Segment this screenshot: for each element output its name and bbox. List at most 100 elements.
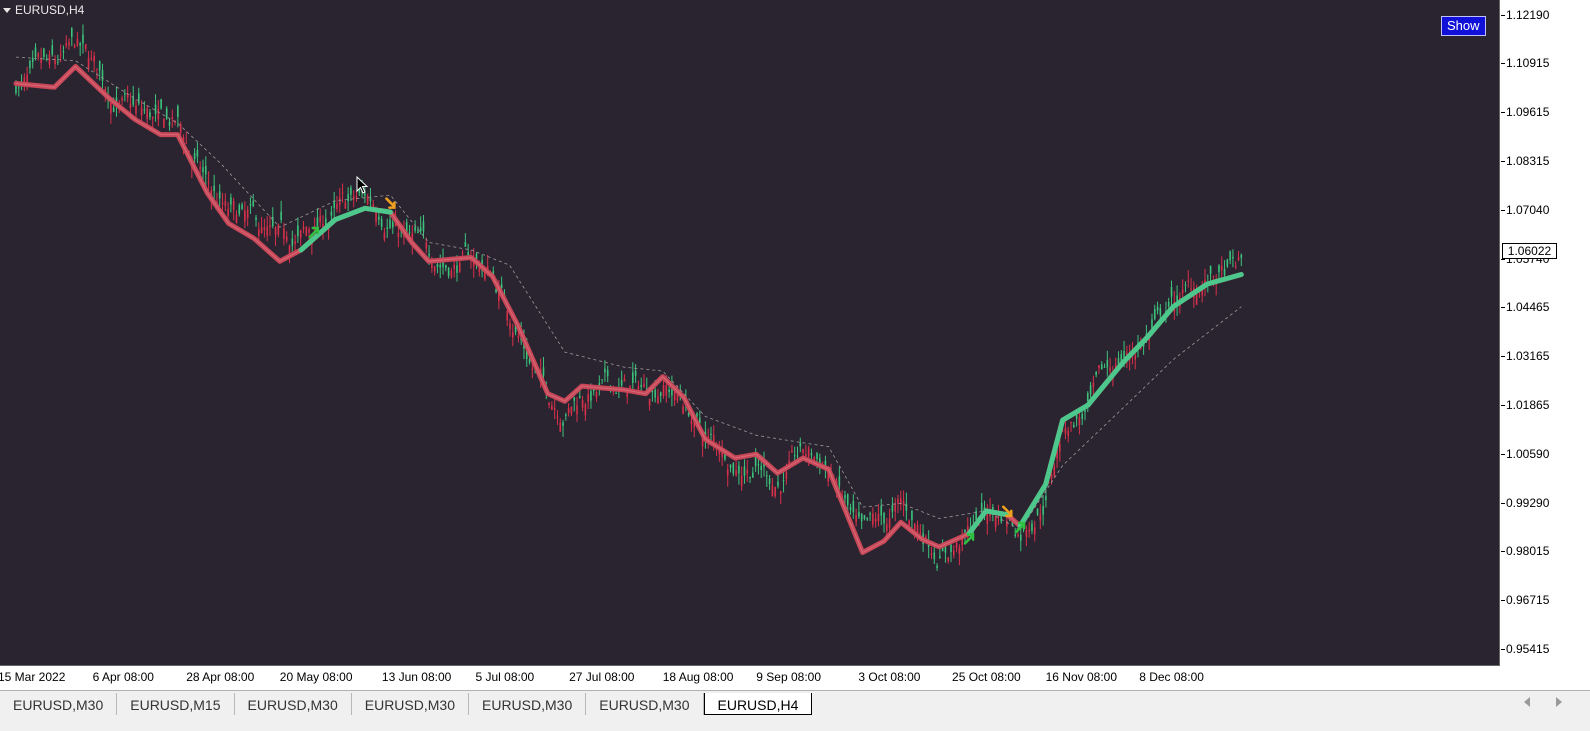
current-price-label: 1.06022 [1502, 243, 1557, 259]
bull-candle [149, 112, 151, 118]
bull-candle [1042, 506, 1044, 515]
chevron-left-icon[interactable] [1524, 697, 1530, 707]
bull-candle [1086, 393, 1089, 402]
price-tick-label: 1.10915 [1500, 56, 1550, 71]
bull-candle [911, 510, 913, 521]
bear-candle [1025, 530, 1028, 537]
bull-candle [634, 370, 637, 376]
show-button[interactable]: Show [1441, 16, 1486, 36]
bear-candle [305, 226, 308, 236]
time-tick-label: 3 Oct 08:00 [858, 670, 921, 684]
bull-candle [51, 45, 54, 55]
price-chart[interactable] [0, 0, 1500, 666]
bull-candle [1159, 308, 1162, 316]
bear-candle [277, 224, 280, 235]
bull-candle [1209, 265, 1212, 274]
price-tick-label: 1.12190 [1500, 7, 1550, 22]
bull-candle [863, 515, 866, 519]
bull-candle [428, 253, 430, 256]
chevron-right-icon[interactable] [1556, 697, 1562, 707]
bull-candle [752, 472, 754, 478]
bear-candle [269, 225, 271, 227]
chart-tab[interactable]: EURUSD,M30 [586, 693, 704, 715]
bear-candle [587, 394, 589, 402]
bear-candle [285, 236, 288, 241]
chart-tab[interactable]: EURUSD,M30 [235, 693, 352, 715]
bull-candle [565, 414, 567, 416]
bear-candle [930, 553, 933, 555]
chart-symbol-label[interactable]: EURUSD,H4 [3, 3, 84, 17]
bear-candle [888, 518, 891, 528]
chart-tab[interactable]: EURUSD,M30 [352, 693, 469, 715]
bull-candle [414, 226, 416, 231]
bull-candle [846, 494, 849, 506]
bull-candle [933, 552, 936, 560]
bull-candle [1240, 254, 1243, 258]
bear-candle [375, 211, 377, 222]
price-tick-label: 0.99290 [1500, 495, 1550, 510]
moving-average-highlight [15, 65, 1242, 554]
bull-candle [891, 505, 894, 512]
bull-candle [860, 513, 863, 522]
plot-area[interactable]: EURUSD,H4 Show [0, 0, 1500, 666]
bull-candle [271, 216, 274, 227]
bear-candle [726, 469, 729, 476]
time-tick-label: 15 Mar 2022 [0, 670, 66, 684]
time-tick-label: 8 Dec 08:00 [1139, 670, 1204, 684]
triangle-down-icon[interactable] [3, 7, 11, 13]
bull-candle [193, 153, 196, 160]
bull-candle [238, 205, 241, 215]
bear-candle [886, 524, 888, 532]
bear-candle [458, 262, 461, 273]
bear-candle [319, 215, 322, 223]
bull-candle [1081, 413, 1083, 419]
bear-candle [93, 55, 95, 62]
bear-candle [1237, 257, 1240, 260]
price-tick-label: 0.96715 [1500, 593, 1550, 608]
time-tick-label: 27 Jul 08:00 [569, 670, 635, 684]
bear-candle [509, 322, 511, 330]
bear-candle [740, 475, 743, 487]
bear-candle [163, 118, 165, 128]
bear-candle [623, 378, 626, 382]
bull-candle [112, 107, 115, 112]
chart-tab[interactable]: EURUSD,M30 [469, 693, 587, 715]
bull-candle [213, 185, 215, 192]
bull-candle [160, 99, 162, 109]
time-tick-label: 20 May 08:00 [279, 670, 353, 684]
bull-candle [696, 413, 698, 417]
bear-candle [657, 396, 659, 404]
price-tick-label: 1.09615 [1500, 105, 1550, 120]
bull-candle [528, 359, 531, 363]
bull-candle [218, 191, 221, 199]
bear-candle [595, 392, 598, 398]
chart-tab[interactable]: EURUSD,M15 [117, 693, 235, 715]
bear-candle [576, 405, 578, 415]
bear-candle [1028, 529, 1030, 532]
bull-candle [196, 149, 199, 157]
bear-candle [157, 108, 160, 120]
bear-candle [1181, 289, 1184, 294]
chart-title: EURUSD,H4 [15, 3, 85, 17]
bull-candle [640, 384, 642, 387]
bull-candle [1095, 372, 1097, 375]
bull-candle [255, 217, 257, 221]
bull-candle [754, 457, 757, 467]
time-tick-label: 9 Sep 08:00 [756, 670, 822, 684]
bear-candle [855, 515, 857, 523]
bull-candle [330, 211, 333, 216]
chart-window[interactable]: EURUSD,H4 Show 1.12190 1.10915 1.09615 1.08… [0, 0, 1590, 690]
bull-candle [578, 396, 581, 398]
bear-candle [774, 487, 776, 497]
bull-candle [768, 478, 771, 484]
time-axis: 15 Mar 2022 6 Apr 08:00 28 Apr 08:00 20 May… [0, 666, 1500, 690]
price-tick-label: 0.95415 [1500, 642, 1550, 657]
chart-tab[interactable]: EURUSD,M30 [0, 693, 118, 715]
bull-candle [436, 263, 439, 268]
chart-tab[interactable]: EURUSD,H4 [703, 693, 813, 715]
bear-candle [986, 514, 989, 524]
bear-candle [263, 227, 266, 230]
bull-candle [799, 442, 802, 447]
bull-candle [34, 47, 37, 57]
bull-candle [71, 28, 73, 37]
